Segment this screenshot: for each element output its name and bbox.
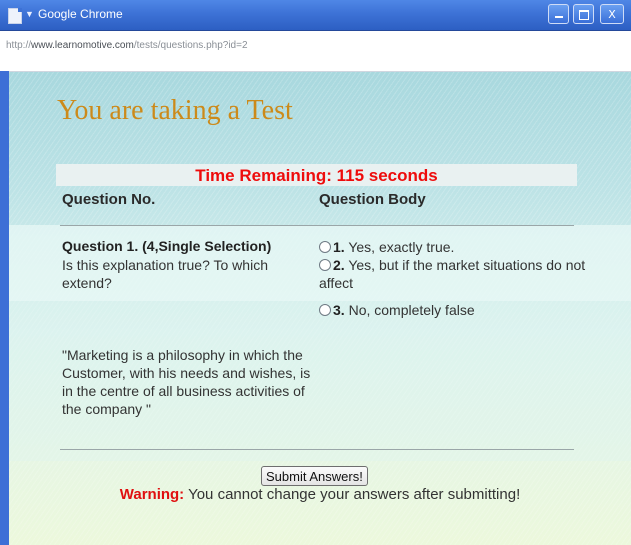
option-number: 3. — [333, 302, 345, 318]
answer-option-1[interactable]: 1. Yes, exactly true. — [319, 238, 589, 256]
submit-answers-button[interactable]: Submit Answers! — [261, 466, 368, 486]
url-path: /tests/questions.php?id=2 — [133, 40, 248, 51]
close-button[interactable]: X — [600, 4, 624, 24]
window-titlebar: ▼ Google Chrome X — [0, 0, 631, 31]
option-number: 1. — [333, 239, 345, 255]
answer-option-3[interactable]: 3. No, completely false — [319, 301, 589, 319]
maximize-button[interactable] — [573, 4, 594, 24]
warning-message: Warning: You cannot change your answers … — [9, 486, 631, 503]
url-text[interactable]: http://www.learnomotive.com/tests/questi… — [6, 40, 248, 51]
address-bar[interactable]: http://www.learnomotive.com/tests/questi… — [0, 31, 631, 72]
option-text: Yes, exactly true. — [344, 239, 455, 255]
page-icon[interactable] — [8, 8, 22, 24]
minimize-icon — [554, 16, 563, 18]
window-left-border — [0, 71, 9, 545]
radio-button[interactable] — [319, 304, 331, 316]
page-content: You are taking a Test Time Remaining: 11… — [9, 72, 631, 545]
option-text: No, completely false — [344, 302, 475, 318]
url-host: www.learnomotive.com — [31, 40, 134, 51]
timer-bar: Time Remaining: 115 seconds — [56, 164, 577, 186]
radio-button[interactable] — [319, 241, 331, 253]
question-text: Is this explanation true? To which exten… — [62, 257, 268, 291]
divider — [60, 225, 574, 226]
warning-label: Warning: — [119, 486, 185, 503]
radio-button[interactable] — [319, 259, 331, 271]
minimize-button[interactable] — [548, 4, 569, 24]
column-header-question-body: Question Body — [319, 191, 426, 208]
column-header-question-no: Question No. — [62, 191, 156, 208]
answer-option-2[interactable]: 2. Yes, but if the market situations do … — [319, 256, 589, 292]
option-text: Yes, but if the market situations do not… — [319, 257, 586, 291]
close-icon: X — [608, 8, 616, 21]
question-quote: "Marketing is a philosophy in which the … — [62, 347, 311, 417]
divider — [60, 449, 574, 450]
option-number: 2. — [333, 257, 345, 273]
url-prefix: http:// — [6, 40, 32, 51]
warning-text: You cannot change your answers after sub… — [184, 486, 521, 503]
dropdown-arrow-icon[interactable]: ▼ — [25, 9, 34, 19]
maximize-icon — [578, 10, 589, 20]
window-title: Google Chrome — [38, 7, 123, 21]
page-title: You are taking a Test — [57, 95, 293, 126]
question-title: Question 1. (4,Single Selection) — [62, 238, 272, 254]
time-remaining: Time Remaining: 115 seconds — [195, 166, 438, 185]
